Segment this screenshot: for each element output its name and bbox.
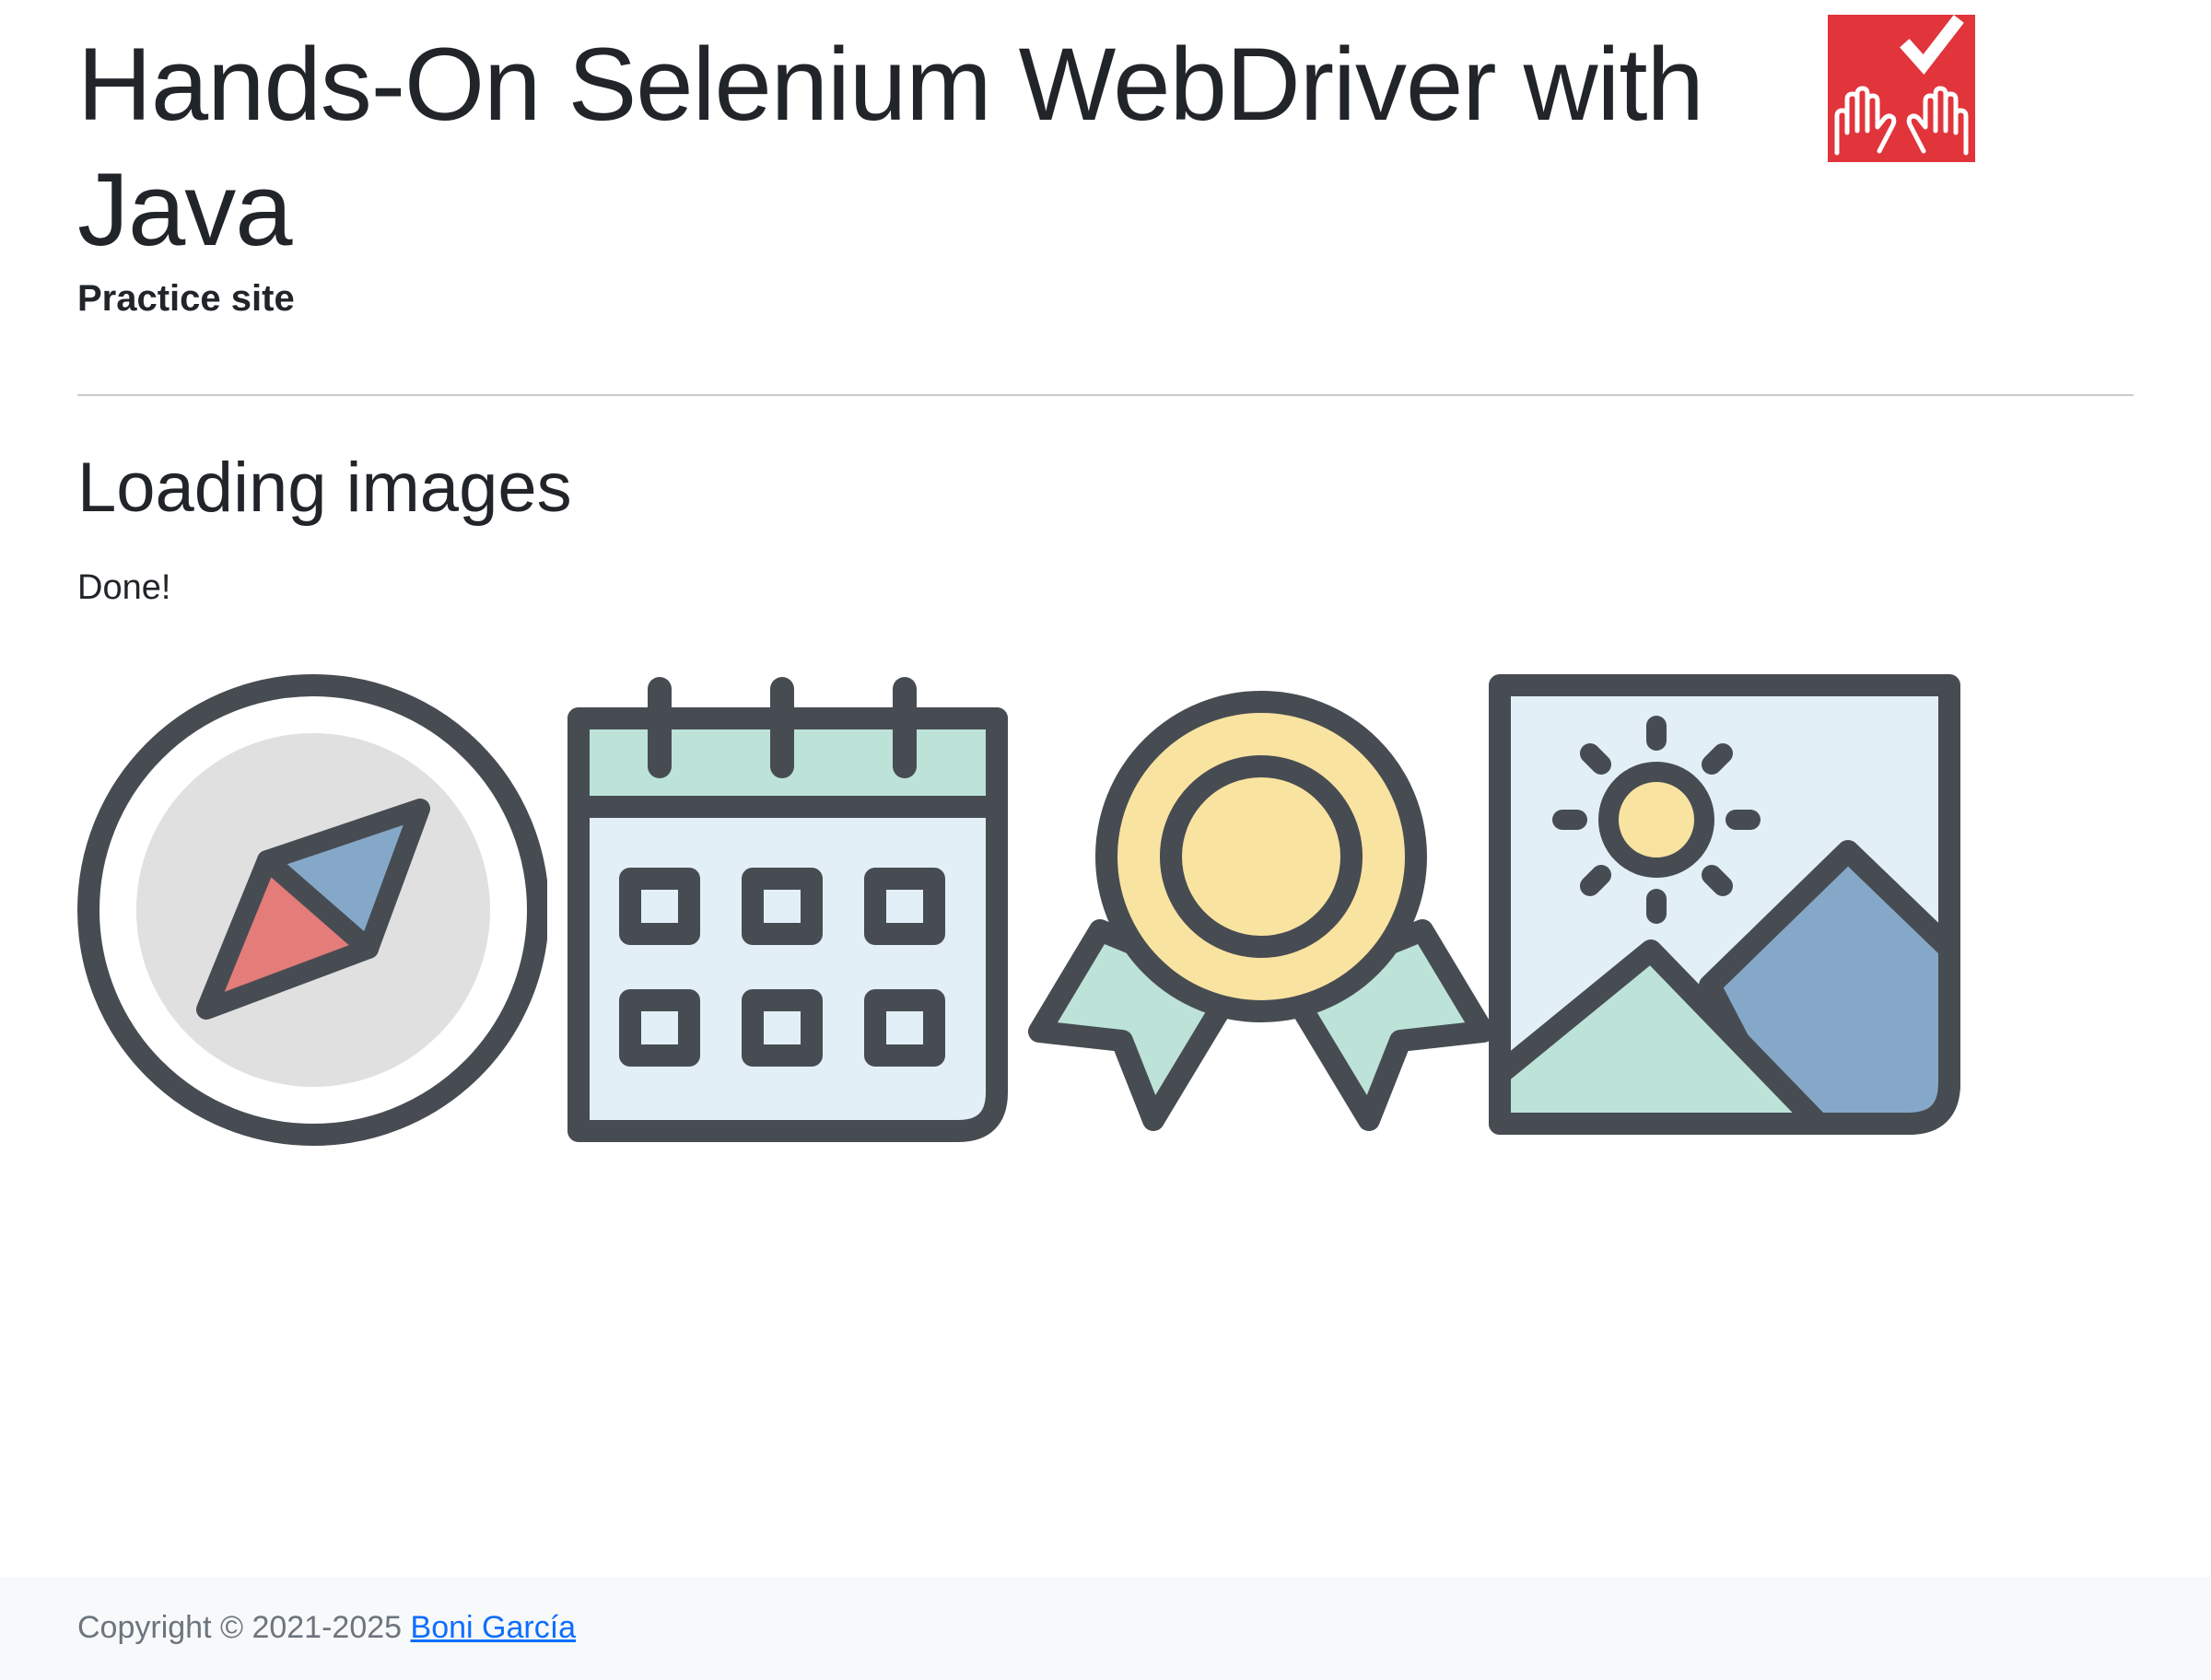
site-logo xyxy=(1828,15,1975,162)
compass-icon xyxy=(77,674,547,1146)
section-title: Loading images xyxy=(77,449,572,527)
calendar-icon xyxy=(567,677,1008,1142)
author-link[interactable]: Boni García xyxy=(411,1610,577,1645)
award-icon xyxy=(1028,691,1494,1131)
site-header: Hands-On Selenium WebDriver with Java Pr… xyxy=(77,15,2134,363)
page: Hands-On Selenium WebDriver with Java Pr… xyxy=(0,0,2211,1680)
site-footer: Copyright © 2021-2025 Boni García xyxy=(0,1577,2211,1680)
landscape-icon xyxy=(1489,674,1960,1135)
loading-status: Done! xyxy=(77,568,171,607)
site-title: Hands-On Selenium WebDriver with Java xyxy=(77,27,1704,267)
image-gallery xyxy=(77,672,2067,1151)
header-divider xyxy=(77,394,2134,396)
site-subtitle: Practice site xyxy=(77,278,295,319)
copyright-text: Copyright © 2021-2025 xyxy=(77,1610,403,1645)
footer-copyright: Copyright © 2021-2025 Boni García xyxy=(77,1606,576,1649)
